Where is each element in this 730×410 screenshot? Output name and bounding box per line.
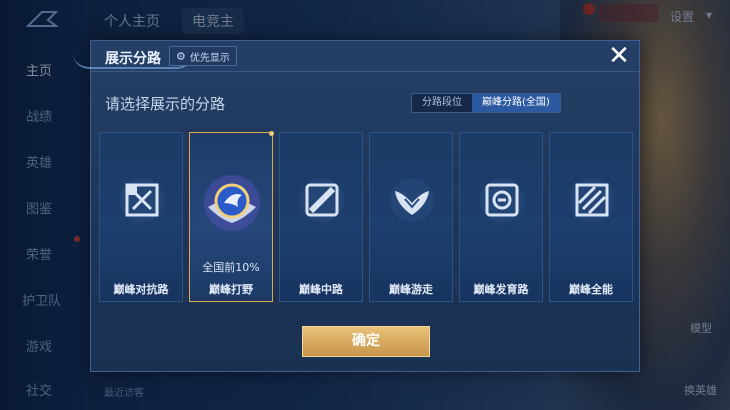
header-divider bbox=[91, 71, 641, 72]
selected-corner-marker bbox=[269, 131, 274, 136]
lane-card-label: 巅峰游走 bbox=[389, 283, 433, 296]
lane-card-label: 巅峰全能 bbox=[569, 283, 613, 296]
lane-card-label: 巅峰发育路 bbox=[473, 283, 529, 296]
roam-wings-icon bbox=[387, 175, 437, 225]
all-round-icon bbox=[567, 175, 617, 225]
close-icon[interactable]: ✕ bbox=[605, 43, 633, 71]
farm-lane-icon bbox=[477, 175, 527, 225]
lane-card-label: 巅峰中路 bbox=[299, 283, 343, 296]
mid-lane-icon bbox=[297, 175, 347, 225]
lane-card-label: 巅峰对抗路 bbox=[113, 283, 169, 296]
lane-card-mid[interactable]: 巅峰中路 bbox=[279, 132, 363, 302]
national-rank-text: 全国前10% bbox=[202, 261, 260, 274]
priority-display-button[interactable]: ⚙ 优先显示 bbox=[169, 46, 237, 66]
priority-display-label: 优先显示 bbox=[189, 52, 230, 64]
lane-display-dialog: 展示分路 ⚙ 优先显示 ✕ 请选择展示的分路 分路段位 巅峰分路(全国) 巅峰对… bbox=[73, 40, 641, 372]
lane-mode-segmented-control: 分路段位 巅峰分路(全国) bbox=[411, 93, 561, 113]
jungle-emblem-icon bbox=[202, 173, 262, 233]
lane-card-label: 巅峰打野 bbox=[209, 283, 253, 296]
lane-card-jungle[interactable]: 全国前10% 巅峰打野 bbox=[189, 131, 274, 302]
clash-lane-icon bbox=[117, 175, 167, 225]
select-lane-prompt: 请选择展示的分路 bbox=[105, 95, 226, 113]
dialog-title: 展示分路 bbox=[105, 51, 161, 67]
lane-card-roam[interactable]: 巅峰游走 bbox=[369, 132, 453, 302]
lane-card-all-round[interactable]: 巅峰全能 bbox=[549, 132, 633, 302]
gear-icon: ⚙ bbox=[176, 49, 186, 63]
lane-card-farm[interactable]: 巅峰发育路 bbox=[459, 132, 543, 302]
confirm-button[interactable]: 确定 bbox=[302, 326, 430, 357]
segment-peak-national[interactable]: 巅峰分路(全国) bbox=[472, 94, 560, 112]
lane-card-clash[interactable]: 巅峰对抗路 bbox=[99, 132, 183, 302]
segment-lane-rank[interactable]: 分路段位 bbox=[412, 94, 472, 112]
